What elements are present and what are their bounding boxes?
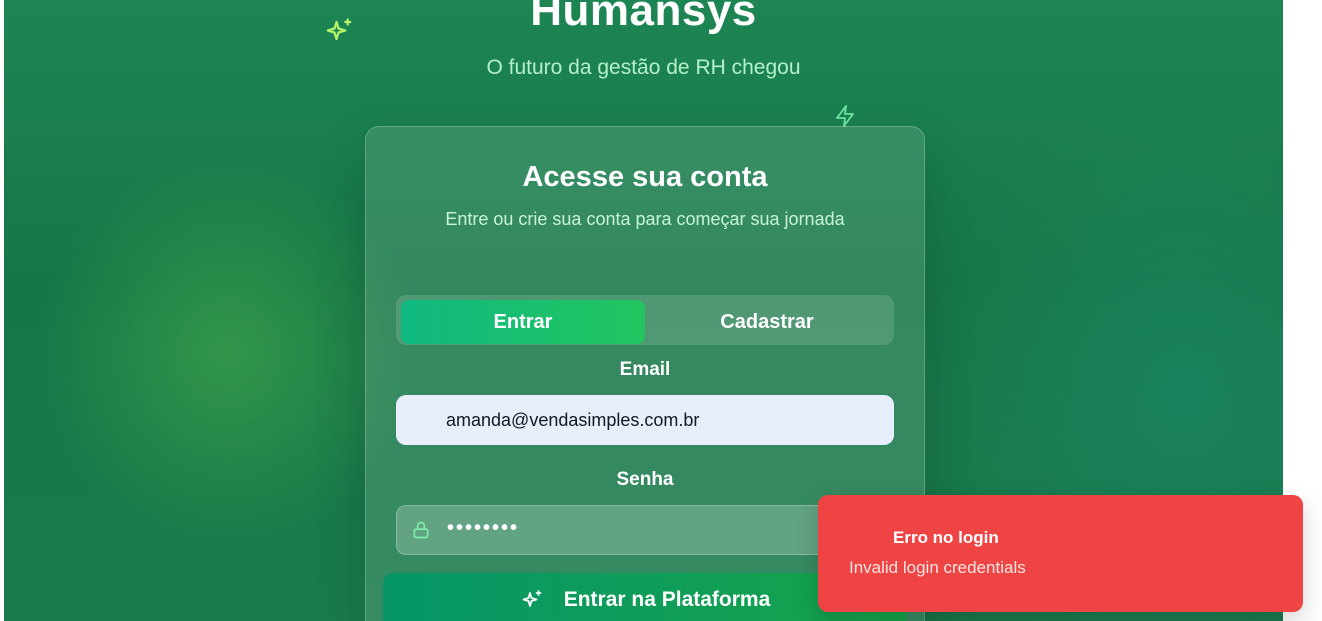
password-label: Senha <box>616 469 674 490</box>
app-tagline: O futuro da gestão de RH chegou <box>486 56 801 79</box>
toast-message: Invalid login credentials <box>849 558 1026 577</box>
lock-icon <box>411 519 431 546</box>
card-subtitle: Entre ou crie sua conta para começar sua… <box>445 209 845 229</box>
email-value: amanda@vendasimples.com.br <box>446 409 700 430</box>
password-value: •••••••• <box>447 517 520 539</box>
app-title: Humansys <box>530 0 757 35</box>
sparkles-icon <box>324 17 354 52</box>
email-field[interactable]: amanda@vendasimples.com.br <box>396 395 894 445</box>
card-title: Acesse sua conta <box>522 161 768 193</box>
toast-title: Erro no login <box>893 528 999 547</box>
email-label: Email <box>619 359 671 380</box>
sparkles-icon <box>522 590 542 607</box>
login-submit-label: Entrar na Plataforma <box>563 588 771 611</box>
tab-cadastrar[interactable]: Cadastrar <box>645 300 889 344</box>
tab-entrar[interactable]: Entrar <box>401 300 645 344</box>
auth-tabs: Entrar Cadastrar <box>396 295 894 345</box>
error-toast[interactable]: Erro no login Invalid login credentials <box>818 495 1303 612</box>
